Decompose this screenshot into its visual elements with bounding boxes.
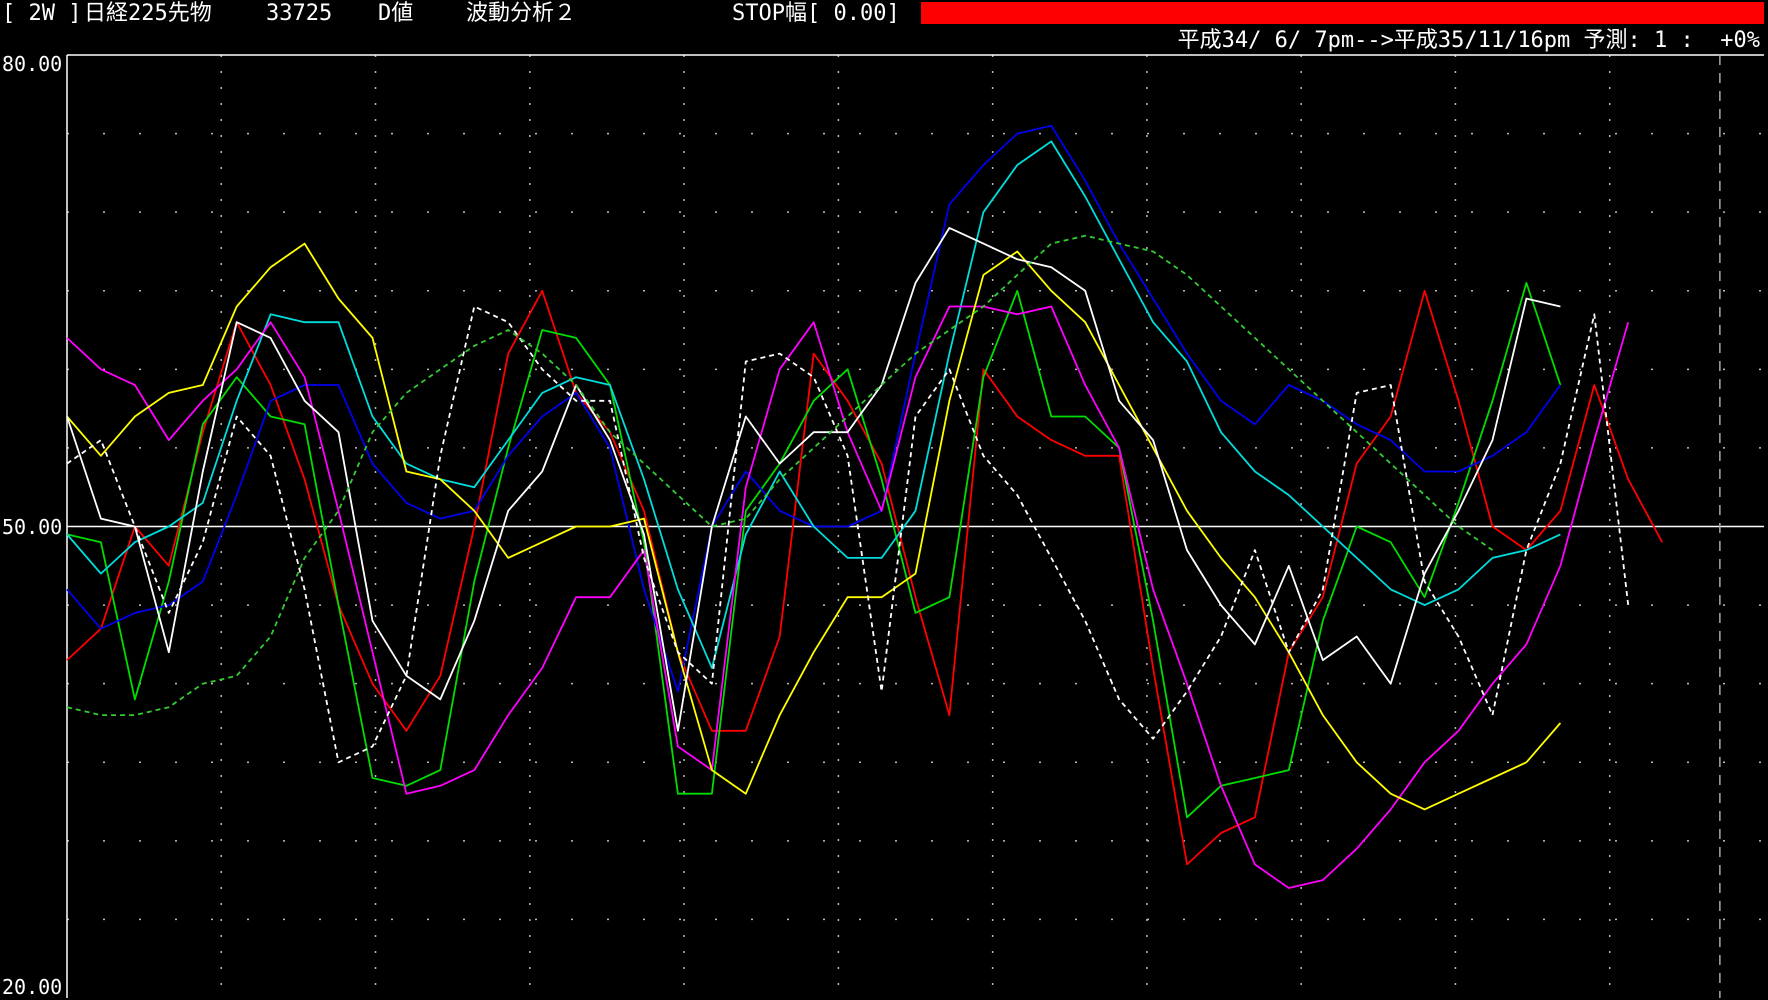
series-line-3 — [66, 124, 1562, 693]
y-tick-bottom: 20.00 — [2, 975, 63, 999]
series-line-7 — [66, 226, 1561, 732]
chart-series — [66, 124, 1663, 889]
y-tick-middle: 50.00 — [2, 515, 63, 539]
y-tick-top: 80.00 — [2, 52, 63, 76]
series-line-8 — [66, 305, 1630, 764]
chart-frame — [66, 54, 1764, 998]
oscillator-chart — [66, 54, 1764, 998]
series-line-2 — [66, 281, 1562, 819]
series-line-9 — [66, 234, 1494, 716]
